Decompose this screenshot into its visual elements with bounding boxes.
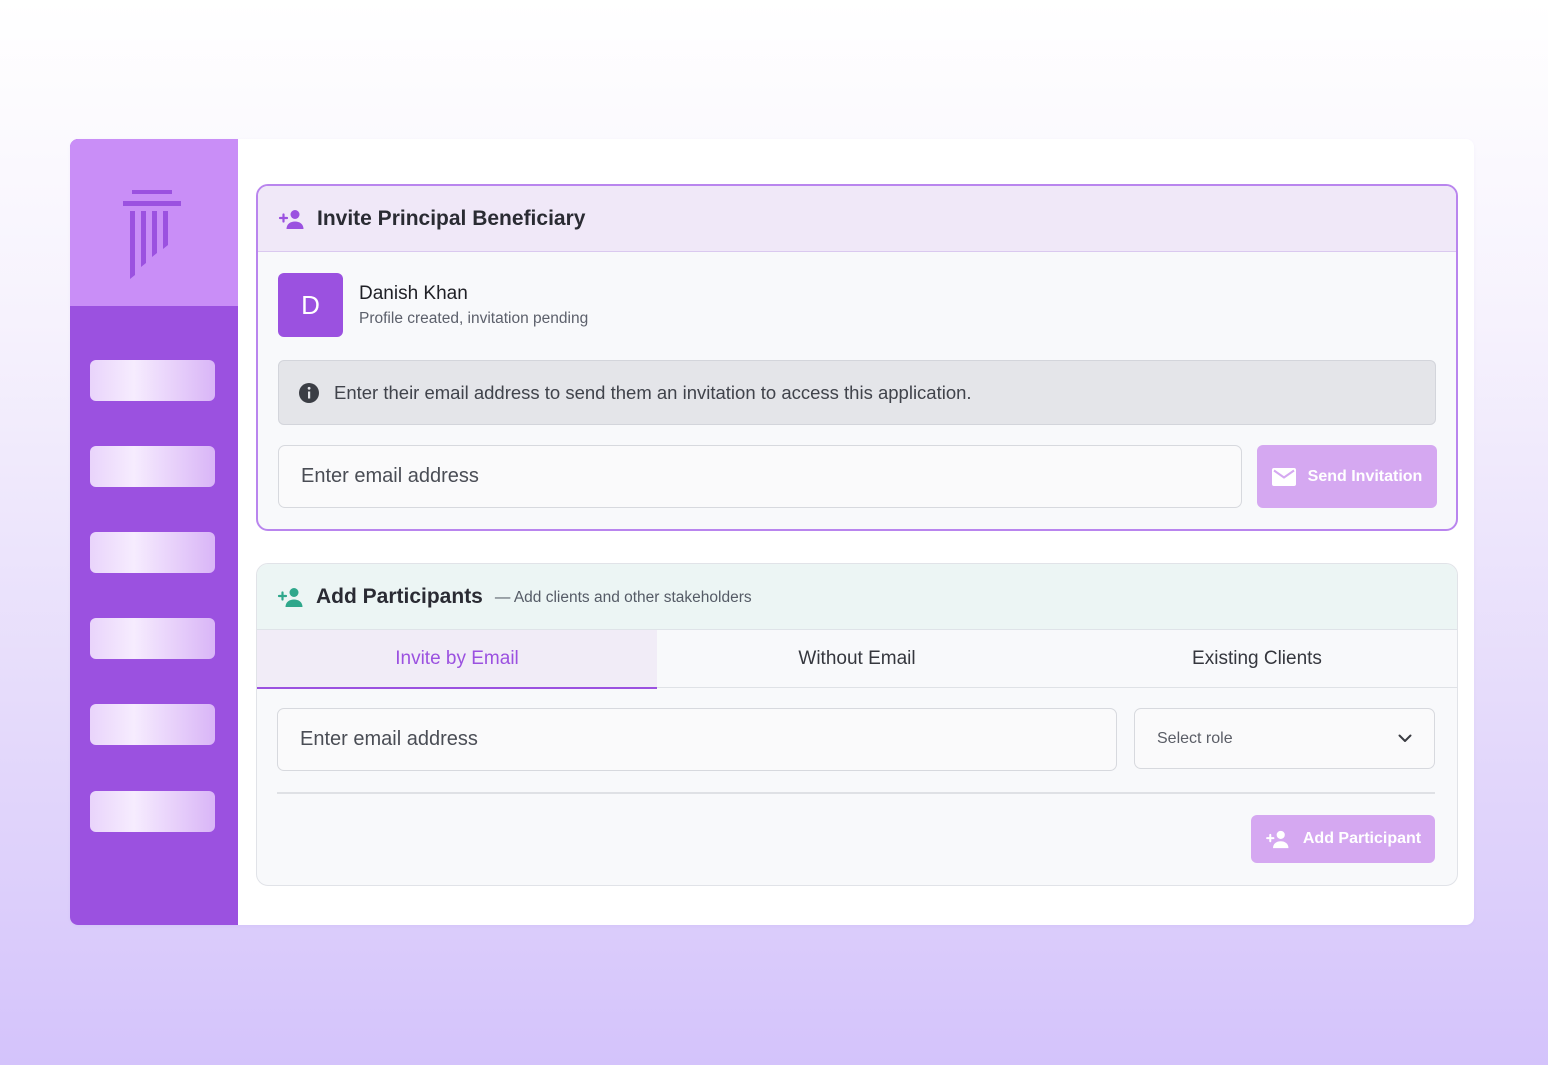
sidebar-nav-item[interactable]: [90, 618, 215, 659]
sidebar-nav-item[interactable]: [90, 360, 215, 401]
sidebar-nav-item[interactable]: [90, 791, 215, 832]
send-invitation-button[interactable]: Send Invitation: [1257, 445, 1437, 508]
chevron-down-icon: [1398, 730, 1412, 748]
invite-beneficiary-card: Invite Principal Beneficiary D Danish Kh…: [256, 184, 1458, 531]
info-banner: Enter their email address to send them a…: [278, 360, 1436, 425]
tab-existing-clients[interactable]: Existing Clients: [1057, 630, 1457, 687]
card-title: Invite Principal Beneficiary: [317, 206, 586, 230]
send-invitation-label: Send Invitation: [1307, 467, 1423, 485]
avatar: D: [278, 273, 343, 337]
role-select[interactable]: Select role: [1134, 708, 1435, 769]
card-title: Add Participants: [316, 584, 483, 608]
participant-tabs: Invite by Email Without Email Existing C…: [257, 630, 1457, 689]
sidebar: [70, 139, 238, 925]
main-content: Invite Principal Beneficiary D Danish Kh…: [238, 139, 1474, 925]
card-subtitle: — Add clients and other stakeholders: [494, 589, 752, 606]
card-header: Add Participants — Add clients and other…: [257, 564, 1457, 630]
person-name: Danish Khan: [359, 283, 468, 304]
app-window: Invite Principal Beneficiary D Danish Kh…: [70, 139, 1474, 925]
sidebar-nav-item[interactable]: [90, 704, 215, 745]
add-participant-label: Add Participant: [1302, 830, 1422, 847]
add-participant-button[interactable]: Add Participant: [1251, 815, 1435, 863]
sidebar-nav-item[interactable]: [90, 532, 215, 573]
tab-without-email[interactable]: Without Email: [657, 630, 1057, 687]
info-icon: [298, 382, 320, 404]
info-text: Enter their email address to send them a…: [334, 381, 972, 403]
add-person-icon: [1265, 829, 1291, 849]
participant-email-input[interactable]: [277, 708, 1117, 771]
add-person-icon: [278, 208, 306, 230]
sidebar-logo-area: [70, 139, 238, 306]
add-participants-card: Add Participants — Add clients and other…: [256, 563, 1458, 886]
tab-invite-by-email[interactable]: Invite by Email: [257, 630, 657, 689]
add-person-icon: [277, 586, 305, 608]
card-header: Invite Principal Beneficiary: [258, 186, 1456, 252]
person-status: Profile created, invitation pending: [359, 310, 589, 327]
mail-icon: [1271, 467, 1296, 486]
role-select-value: Select role: [1157, 729, 1233, 747]
sidebar-nav-item[interactable]: [90, 446, 215, 487]
beneficiary-email-input[interactable]: [278, 445, 1242, 508]
pillar-logo-icon[interactable]: [122, 187, 184, 283]
divider: [277, 792, 1435, 794]
